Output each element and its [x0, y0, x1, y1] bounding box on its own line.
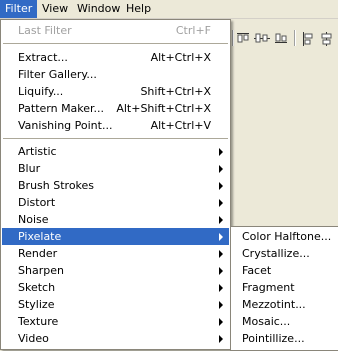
toolbar-separator	[294, 30, 296, 46]
menu-filter[interactable]: Filter	[0, 0, 38, 18]
menu-item-fragment[interactable]: Fragment	[232, 279, 337, 296]
menu-separator	[3, 138, 228, 139]
menu-item-mosaic[interactable]: Mosaic...	[232, 313, 337, 330]
menu-item-texture[interactable]: Texture	[2, 313, 229, 330]
menu-window[interactable]: Window	[72, 0, 125, 18]
menu-item-label: Liquify...	[18, 85, 64, 98]
menu-item-shortcut: Alt+Ctrl+V	[150, 119, 211, 132]
align-left-edges-icon[interactable]	[302, 32, 314, 46]
menu-view[interactable]: View	[37, 0, 73, 18]
submenu-arrow-icon	[219, 318, 223, 326]
menu-item-label: Texture	[18, 315, 59, 328]
menu-item-facet[interactable]: Facet	[232, 262, 337, 279]
submenu-arrow-icon	[219, 182, 223, 190]
menu-item-label: Artistic	[18, 145, 57, 158]
menu-item-mezzotint[interactable]: Mezzotint...	[232, 296, 337, 313]
menu-item-stylize[interactable]: Stylize	[2, 296, 229, 313]
menu-item-label: Noise	[18, 213, 49, 226]
menu-help[interactable]: Help	[121, 0, 156, 18]
menu-item-render[interactable]: Render	[2, 245, 229, 262]
submenu-arrow-icon	[219, 165, 223, 173]
menu-item-video[interactable]: Video	[2, 330, 229, 347]
menu-item-shortcut: Alt+Shift+Ctrl+X	[116, 102, 211, 115]
menu-item-shortcut: Alt+Ctrl+X	[150, 51, 211, 64]
menu-item-label: Pixelate	[18, 230, 62, 243]
menu-item-crystallize[interactable]: Crystallize...	[232, 245, 337, 262]
submenu-arrow-icon	[219, 335, 223, 343]
submenu-arrow-icon	[219, 233, 223, 241]
menu-item-sharpen[interactable]: Sharpen	[2, 262, 229, 279]
submenu-arrow-icon	[219, 250, 223, 258]
menu-item-label: Mosaic...	[242, 315, 291, 328]
menu-item-label: Vanishing Point...	[18, 119, 113, 132]
menu-item-liquify[interactable]: Liquify... Shift+Ctrl+X	[2, 83, 229, 100]
submenu-arrow-icon	[219, 148, 223, 156]
menu-bar: Filter View Window Help	[0, 0, 338, 19]
menu-item-brush-strokes[interactable]: Brush Strokes	[2, 177, 229, 194]
menu-item-label: Last Filter	[18, 24, 72, 37]
menu-item-label: Pointillize...	[242, 332, 305, 345]
align-vertical-centers-icon[interactable]	[254, 32, 270, 44]
submenu-arrow-icon	[219, 199, 223, 207]
menu-item-label: Brush Strokes	[18, 179, 95, 192]
menu-item-blur[interactable]: Blur	[2, 160, 229, 177]
menu-item-extract[interactable]: Extract... Alt+Ctrl+X	[2, 49, 229, 66]
menu-item-label: Sketch	[18, 281, 56, 294]
menu-item-label: Filter Gallery...	[18, 68, 97, 81]
menu-item-label: Mezzotint...	[242, 298, 306, 311]
menu-separator	[3, 43, 228, 44]
menu-item-label: Extract...	[18, 51, 68, 64]
menu-item-pattern-maker[interactable]: Pattern Maker... Alt+Shift+Ctrl+X	[2, 100, 229, 117]
menu-item-label: Video	[18, 332, 49, 345]
menu-item-label: Facet	[242, 264, 272, 277]
filter-menu: Last Filter Ctrl+F Extract... Alt+Ctrl+X…	[0, 19, 231, 350]
menu-item-shortcut: Ctrl+F	[175, 24, 211, 37]
menu-item-pointillize[interactable]: Pointillize...	[232, 330, 337, 347]
menu-item-last-filter[interactable]: Last Filter Ctrl+F	[2, 22, 229, 39]
pixelate-submenu: Color Halftone... Crystallize... Facet F…	[230, 226, 338, 351]
menu-item-label: Color Halftone...	[242, 230, 332, 243]
menu-item-distort[interactable]: Distort	[2, 194, 229, 211]
menu-item-artistic[interactable]: Artistic	[2, 143, 229, 160]
submenu-arrow-icon	[219, 267, 223, 275]
menu-item-label: Stylize	[18, 298, 55, 311]
menu-item-filter-gallery[interactable]: Filter Gallery...	[2, 66, 229, 83]
menu-item-label: Render	[18, 247, 58, 260]
options-toolbar	[230, 19, 338, 59]
submenu-arrow-icon	[219, 216, 223, 224]
submenu-arrow-icon	[219, 284, 223, 292]
menu-item-shortcut: Shift+Ctrl+X	[140, 85, 211, 98]
align-top-edges-icon[interactable]	[236, 32, 250, 44]
menu-item-label: Blur	[18, 162, 41, 175]
menu-item-vanishing-point[interactable]: Vanishing Point... Alt+Ctrl+V	[2, 117, 229, 134]
menu-item-label: Distort	[18, 196, 56, 209]
align-horizontal-centers-icon[interactable]	[320, 32, 332, 46]
menu-item-label: Fragment	[242, 281, 295, 294]
menu-item-pixelate[interactable]: Pixelate	[2, 228, 229, 245]
submenu-arrow-icon	[219, 301, 223, 309]
menu-item-label: Sharpen	[18, 264, 64, 277]
menu-item-sketch[interactable]: Sketch	[2, 279, 229, 296]
toolbar-separator	[232, 30, 234, 46]
menu-item-noise[interactable]: Noise	[2, 211, 229, 228]
menu-item-color-halftone[interactable]: Color Halftone...	[232, 228, 337, 245]
menu-item-label: Pattern Maker...	[18, 102, 105, 115]
menu-item-label: Crystallize...	[242, 247, 310, 260]
align-bottom-edges-icon[interactable]	[274, 32, 288, 44]
